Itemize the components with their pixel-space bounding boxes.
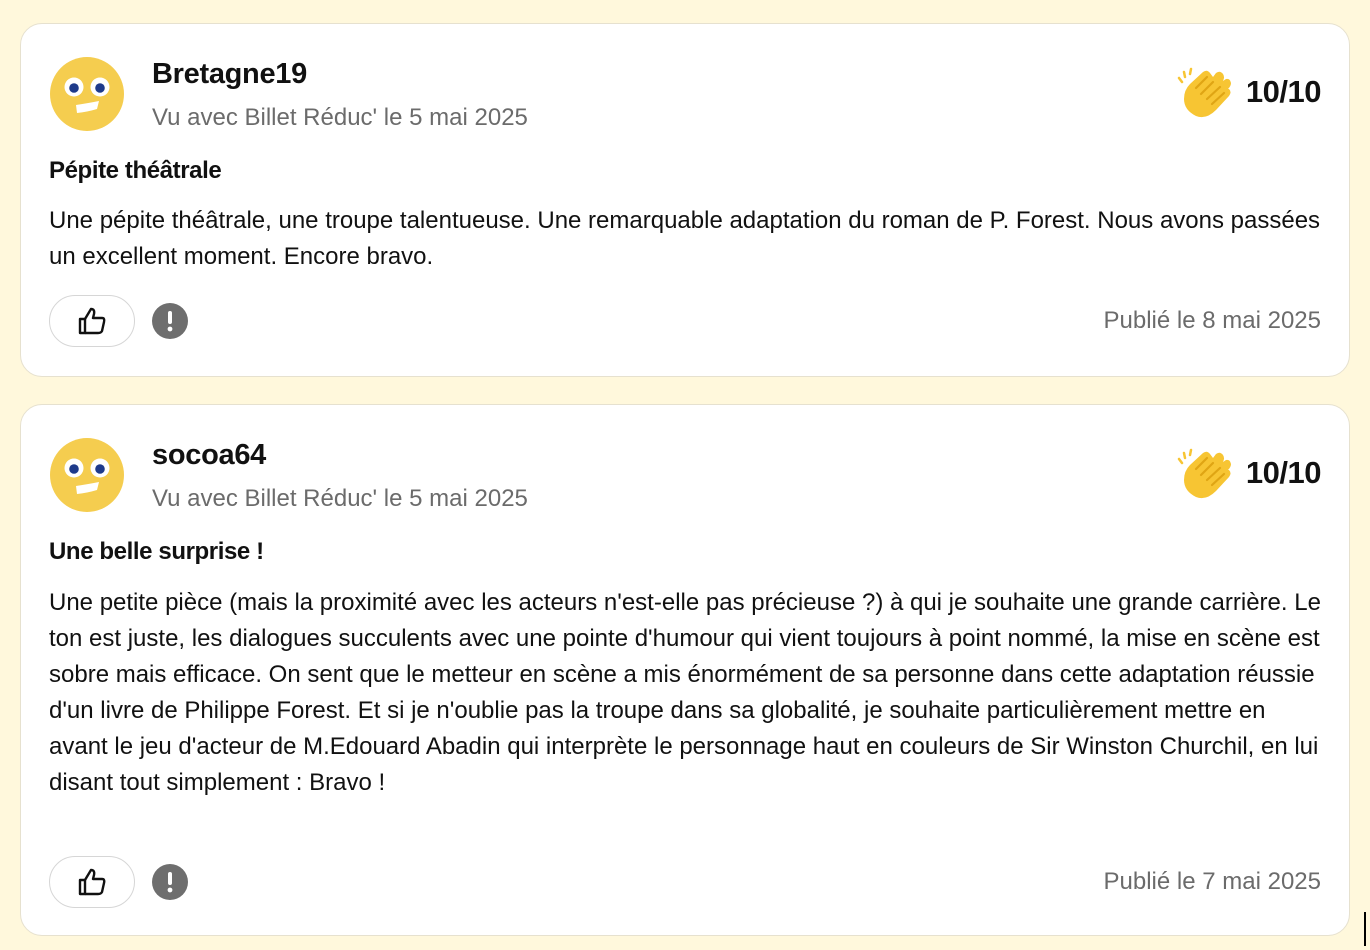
report-button[interactable] — [152, 303, 188, 339]
published-date: Publié le 8 mai 2025 — [1103, 307, 1321, 334]
review-score: 10/10 — [1176, 64, 1322, 120]
clapping-hands-icon — [1177, 67, 1231, 118]
clapping-hands-icon — [1177, 448, 1231, 499]
review-title: Une belle surprise ! — [49, 538, 264, 565]
reviewer-username[interactable]: socoa64 — [152, 439, 266, 472]
exclamation-icon — [167, 872, 173, 893]
score-value: 10/10 — [1245, 74, 1322, 109]
review-body: Une pépite théâtrale, une troupe talentu… — [49, 207, 1321, 270]
thumbs-up-icon — [78, 307, 106, 335]
like-button[interactable] — [49, 856, 135, 908]
like-button[interactable] — [49, 295, 135, 347]
review-actions — [49, 295, 188, 347]
published-date: Publié le 7 mai 2025 — [1103, 868, 1321, 895]
smiley-avatar-icon — [50, 438, 124, 512]
seen-with-date: Vu avec Billet Réduc' le 5 mai 2025 — [152, 485, 528, 512]
text-cursor — [1364, 912, 1366, 946]
score-value: 10/10 — [1245, 455, 1322, 490]
review-title: Pépite théâtrale — [49, 157, 222, 184]
exclamation-icon — [167, 311, 173, 332]
review-card: Bretagne19 Vu avec Billet Réduc' le 5 ma… — [20, 23, 1350, 377]
reviewer-username[interactable]: Bretagne19 — [152, 58, 307, 91]
review-actions — [49, 856, 188, 908]
smiley-avatar-icon — [50, 57, 124, 131]
thumbs-up-icon — [78, 868, 106, 896]
reviews-page: Bretagne19 Vu avec Billet Réduc' le 5 ma… — [0, 0, 1370, 950]
review-score: 10/10 — [1176, 445, 1322, 501]
review-card: socoa64 Vu avec Billet Réduc' le 5 mai 2… — [20, 404, 1350, 936]
seen-with-date: Vu avec Billet Réduc' le 5 mai 2025 — [152, 104, 528, 131]
review-body: Une petite pièce (mais la proximité avec… — [49, 589, 1321, 796]
report-button[interactable] — [152, 864, 188, 900]
